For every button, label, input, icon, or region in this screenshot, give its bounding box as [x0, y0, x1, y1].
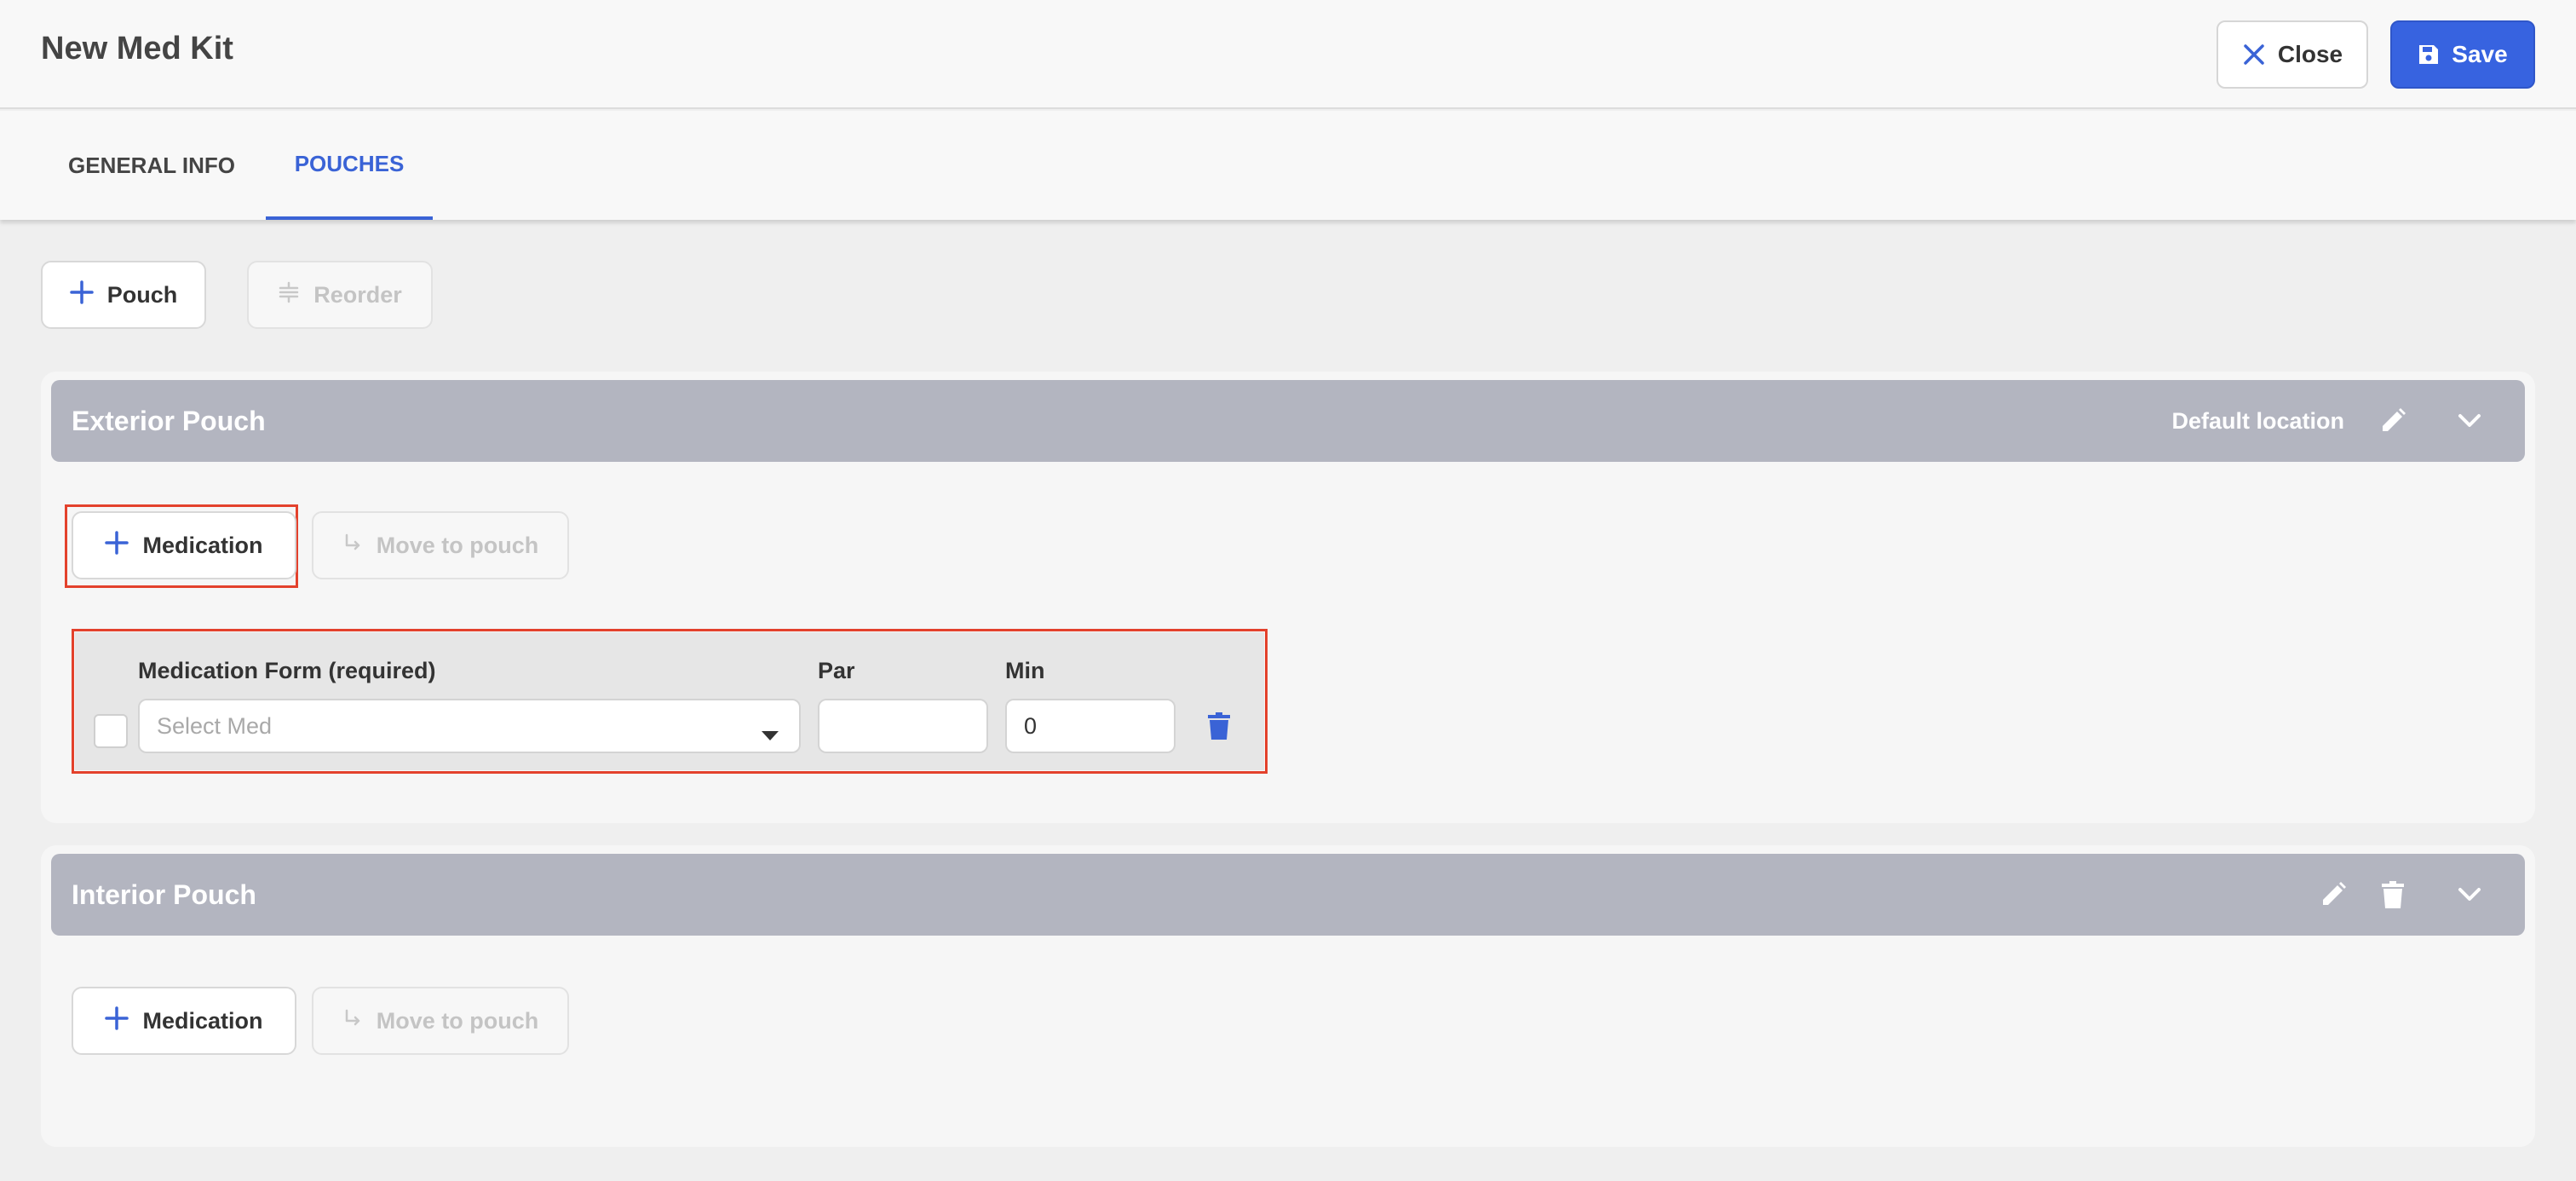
pouch-header[interactable]: Interior Pouch [51, 854, 2525, 936]
pouch-card-exterior: Exterior Pouch Default location Medicati… [41, 372, 2535, 823]
close-icon [2242, 43, 2266, 66]
save-label: Save [2452, 41, 2508, 67]
add-medication-label: Medication [142, 532, 263, 558]
move-to-pouch-label: Move to pouch [376, 532, 539, 558]
tab-pouches[interactable]: POUCHES [266, 111, 433, 220]
pouch-card-interior: Interior Pouch Medication Move to pouch [41, 845, 2535, 1147]
move-to-pouch-button[interactable]: Move to pouch [312, 987, 569, 1055]
move-arrow-icon [342, 533, 363, 559]
pencil-icon[interactable] [2363, 391, 2423, 451]
page-title: New Med Kit [41, 31, 233, 66]
close-button[interactable]: Close [2217, 20, 2368, 89]
reorder-label: Reorder [313, 281, 402, 308]
add-pouch-button[interactable]: Pouch [41, 261, 206, 329]
pouch-header[interactable]: Exterior Pouch Default location [51, 380, 2525, 462]
add-medication-button[interactable]: Medication [72, 511, 296, 579]
move-arrow-icon [342, 1008, 363, 1034]
add-medication-label: Medication [142, 1007, 263, 1034]
close-label: Close [2277, 41, 2343, 67]
add-pouch-label: Pouch [106, 281, 178, 308]
move-to-pouch-label: Move to pouch [376, 1007, 539, 1034]
chevron-down-icon[interactable] [2440, 865, 2499, 925]
pouch-title: Exterior Pouch [72, 405, 266, 436]
reorder-icon [278, 281, 300, 309]
reorder-button[interactable]: Reorder [247, 261, 433, 329]
highlight-medication-row [72, 629, 1268, 774]
trash-icon[interactable] [2363, 865, 2423, 925]
save-button[interactable]: Save [2390, 20, 2535, 89]
move-to-pouch-button[interactable]: Move to pouch [312, 511, 569, 579]
default-location-label: Default location [2171, 407, 2344, 434]
plus-icon [105, 1005, 129, 1036]
tab-general-info[interactable]: GENERAL INFO [49, 111, 254, 220]
save-icon [2418, 43, 2440, 66]
tab-bar: GENERAL INFO POUCHES [0, 111, 2576, 220]
pouch-title: Interior Pouch [72, 879, 256, 910]
page-header: New Med Kit Close Save [0, 0, 2576, 109]
add-medication-button[interactable]: Medication [72, 987, 296, 1055]
plus-icon [69, 279, 94, 310]
pencil-icon[interactable] [2303, 865, 2363, 925]
plus-icon [105, 530, 129, 561]
chevron-down-icon[interactable] [2440, 391, 2499, 451]
